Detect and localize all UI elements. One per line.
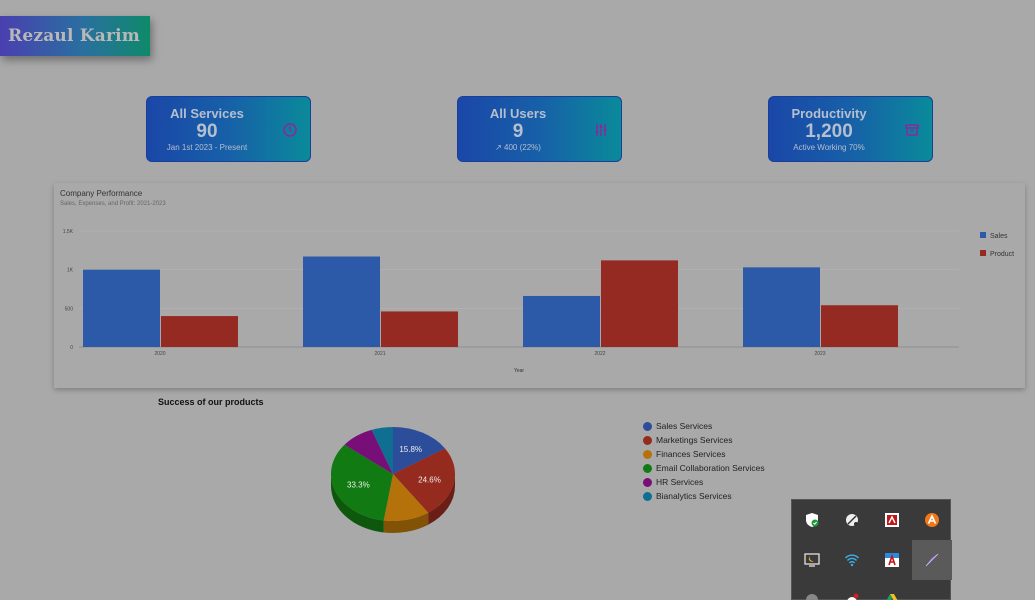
card-value: 90 [196, 121, 218, 142]
chat-bot-icon[interactable] [832, 580, 872, 600]
x-tick-label: 2023 [814, 351, 825, 357]
avast-icon[interactable] [912, 500, 952, 540]
card-subtitle: ↗ 400 (22%) [495, 143, 541, 152]
legend-swatch [643, 463, 652, 473]
shield-check-icon[interactable] [792, 500, 832, 540]
legend-item[interactable]: Bianalytics Services [643, 489, 765, 503]
card-subtitle: Active Working 70% [793, 143, 865, 152]
card-productivity[interactable]: Productivity 1,200 Active Working 70% [768, 96, 933, 162]
company-performance-panel: Company Performance Sales, Expenses, and… [54, 183, 1025, 388]
legend-label: Sales [990, 233, 1008, 240]
pie-slice-label: 33.3% [347, 480, 370, 489]
pdf-app-icon[interactable] [872, 500, 912, 540]
x-tick-label: 2022 [594, 351, 605, 357]
legend-item[interactable]: Email Collaboration Services [643, 461, 765, 475]
legend-swatch [980, 250, 986, 256]
pie-chart: 15.8% 24.6% 33.3% [331, 427, 455, 533]
pie-chart-title: Success of our products [158, 397, 264, 407]
legend-label: Email Collaboration Services [656, 463, 765, 473]
legend-label: Product [990, 251, 1014, 258]
archive-icon [905, 124, 919, 136]
card-value: 1,200 [805, 121, 853, 142]
satellite-dish-icon[interactable] [832, 500, 872, 540]
night-light-icon[interactable] [792, 540, 832, 580]
legend-swatch [643, 491, 652, 501]
bar-chart: 0 500 1K 1.5K 2020 2021 2022 2023 Year Sales Produ… [63, 229, 1014, 374]
legend-item[interactable]: HR Services [643, 475, 765, 489]
legend-label: Finances Services [656, 449, 726, 459]
brand-logo[interactable]: Rezaul Karim [0, 16, 150, 56]
bar-sales-2022[interactable] [523, 295, 600, 347]
legend-swatch [643, 449, 652, 459]
legend-label: Marketings Services [656, 435, 733, 445]
y-tick-label: 0 [70, 345, 73, 351]
y-tick-label: 500 [65, 306, 74, 312]
clock-icon [283, 123, 297, 137]
bar-sales-2020[interactable] [83, 269, 160, 347]
legend-swatch [980, 232, 986, 238]
google-drive-icon[interactable] [872, 580, 912, 600]
legend-item[interactable]: Sales Services [643, 419, 765, 433]
grey-app-icon[interactable] [792, 580, 832, 600]
x-axis-label: Year [514, 368, 524, 374]
x-tick-label: 2021 [374, 351, 385, 357]
font-app-icon[interactable] [872, 540, 912, 580]
legend-swatch [643, 477, 652, 487]
brand-name: Rezaul Karim [8, 26, 140, 46]
legend-label: HR Services [656, 477, 704, 487]
card-title: Productivity [791, 106, 867, 121]
bar-product-2022[interactable] [601, 260, 678, 347]
card-all-services[interactable]: All Services 90 Jan 1st 2023 - Present [146, 96, 311, 162]
pie-slice-label: 24.6% [418, 475, 441, 484]
legend-label: Bianalytics Services [656, 491, 732, 501]
legend-label: Sales Services [656, 421, 713, 431]
card-subtitle: Jan 1st 2023 - Present [166, 143, 248, 152]
wifi-icon[interactable] [832, 540, 872, 580]
card-all-users[interactable]: All Users 9 ↗ 400 (22%) [457, 96, 622, 162]
sliders-icon [595, 124, 607, 136]
bar-product-2021[interactable] [381, 311, 458, 347]
legend-swatch [643, 435, 652, 445]
bar-sales-2023[interactable] [743, 267, 820, 347]
pie-slice-label: 15.8% [399, 445, 422, 454]
pie-legend: Sales Services Marketings Services Finance… [643, 419, 765, 503]
card-value: 9 [512, 121, 524, 142]
card-title: All Services [170, 106, 244, 121]
legend-swatch [643, 421, 652, 431]
card-title: All Users [489, 106, 547, 121]
legend-item[interactable]: Finances Services [643, 447, 765, 461]
bar-product-2020[interactable] [161, 316, 238, 347]
y-tick-label: 1.5K [63, 229, 74, 235]
bar-sales-2021[interactable] [303, 256, 380, 347]
feather-pen-icon[interactable] [912, 540, 952, 580]
x-tick-label: 2020 [154, 351, 165, 357]
legend-item[interactable]: Marketings Services [643, 433, 765, 447]
bar-product-2023[interactable] [821, 305, 898, 347]
y-tick-label: 1K [67, 268, 74, 274]
system-tray-overflow [791, 499, 952, 600]
